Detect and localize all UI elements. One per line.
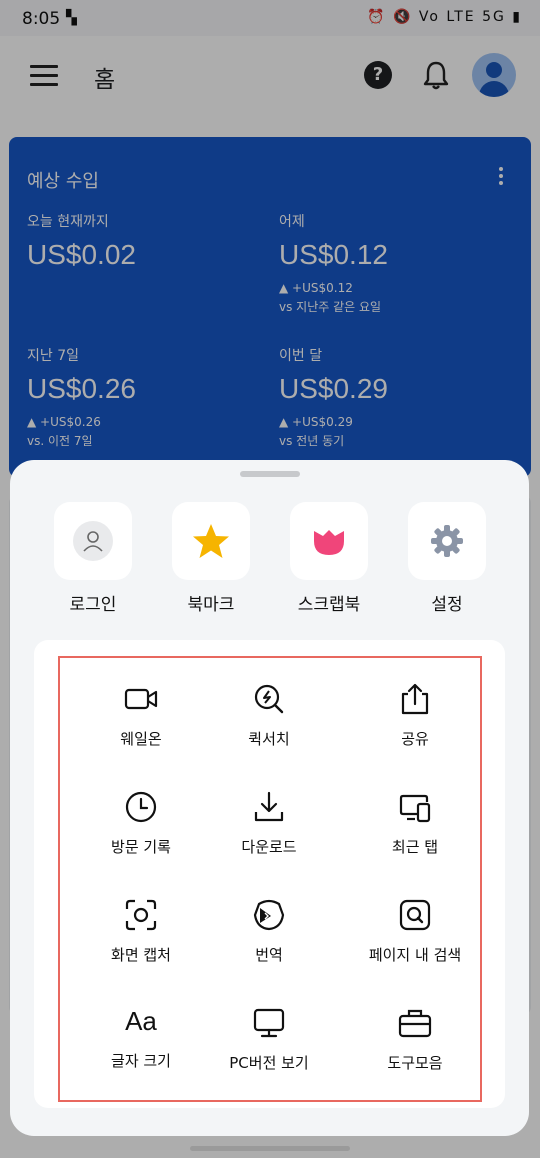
menu-quick-search[interactable]: 퀵서치 (196, 668, 342, 768)
quick-label: 로그인 (69, 595, 117, 615)
menu-label: 웨일온 (120, 730, 162, 748)
star-icon (193, 524, 229, 558)
bottom-sheet-menu: 로그인 북마크 스크랩북 설정 웨일온 퀵서치 공유 방문 기록 다운로드 최근… (10, 460, 529, 1136)
menu-recent-tabs[interactable]: 최근 탭 (342, 776, 488, 876)
monitor-icon (253, 1008, 285, 1038)
gesture-bar[interactable] (190, 1146, 350, 1151)
menu-label: PC버전 보기 (229, 1054, 309, 1072)
quick-scrapbook[interactable]: 스크랩북 (270, 502, 388, 615)
translate-icon (253, 899, 285, 931)
share-icon (401, 683, 429, 715)
menu-label: 방문 기록 (111, 838, 171, 856)
menu-download[interactable]: 다운로드 (196, 776, 342, 876)
quick-label: 북마크 (187, 595, 235, 615)
clock-icon (125, 791, 157, 823)
user-icon (73, 521, 113, 561)
quick-label: 스크랩북 (297, 595, 361, 615)
menu-label: 퀵서치 (248, 730, 290, 748)
quick-label: 설정 (431, 595, 463, 615)
download-icon (254, 791, 284, 822)
menu-label: 도구모음 (387, 1054, 443, 1072)
menu-whale-on[interactable]: 웨일온 (68, 668, 214, 768)
menu-label: 화면 캡처 (111, 946, 171, 964)
login-tile[interactable] (54, 502, 132, 580)
menu-label: 최근 탭 (391, 838, 439, 856)
bookmark-tile[interactable] (172, 502, 250, 580)
menu-desktop-mode[interactable]: PC버전 보기 (196, 992, 342, 1092)
quick-search-icon (254, 684, 284, 714)
menu-screen-capture[interactable]: 화면 캡처 (68, 884, 214, 984)
tools-panel: 웨일온 퀵서치 공유 방문 기록 다운로드 최근 탭 화면 캡처 번역 페이지 … (34, 640, 505, 1108)
find-in-page-icon (399, 899, 431, 931)
menu-toolbox[interactable]: 도구모음 (342, 992, 488, 1092)
menu-translate[interactable]: 번역 (196, 884, 342, 984)
menu-share[interactable]: 공유 (342, 668, 488, 768)
menu-history[interactable]: 방문 기록 (68, 776, 214, 876)
menu-label: 번역 (255, 946, 283, 964)
quick-settings[interactable]: 설정 (388, 502, 506, 615)
toolbox-icon (398, 1009, 432, 1038)
drag-handle[interactable] (240, 471, 300, 477)
menu-label: 다운로드 (241, 838, 297, 856)
menu-find-in-page[interactable]: 페이지 내 검색 (342, 884, 488, 984)
menu-label: 페이지 내 검색 (368, 946, 462, 964)
quick-bookmark[interactable]: 북마크 (152, 502, 270, 615)
scrapbook-tile[interactable] (290, 502, 368, 580)
menu-font-size[interactable]: Aa 글자 크기 (68, 992, 214, 1092)
settings-tile[interactable] (408, 502, 486, 580)
tulip-icon (314, 530, 344, 555)
quick-login[interactable]: 로그인 (34, 502, 152, 615)
capture-icon (125, 899, 157, 931)
menu-label: 공유 (401, 730, 429, 748)
devices-icon (399, 794, 431, 823)
video-camera-icon (124, 688, 158, 710)
gear-icon (431, 525, 463, 557)
font-size-icon: Aa (125, 1006, 157, 1036)
menu-label: 글자 크기 (111, 1052, 171, 1070)
